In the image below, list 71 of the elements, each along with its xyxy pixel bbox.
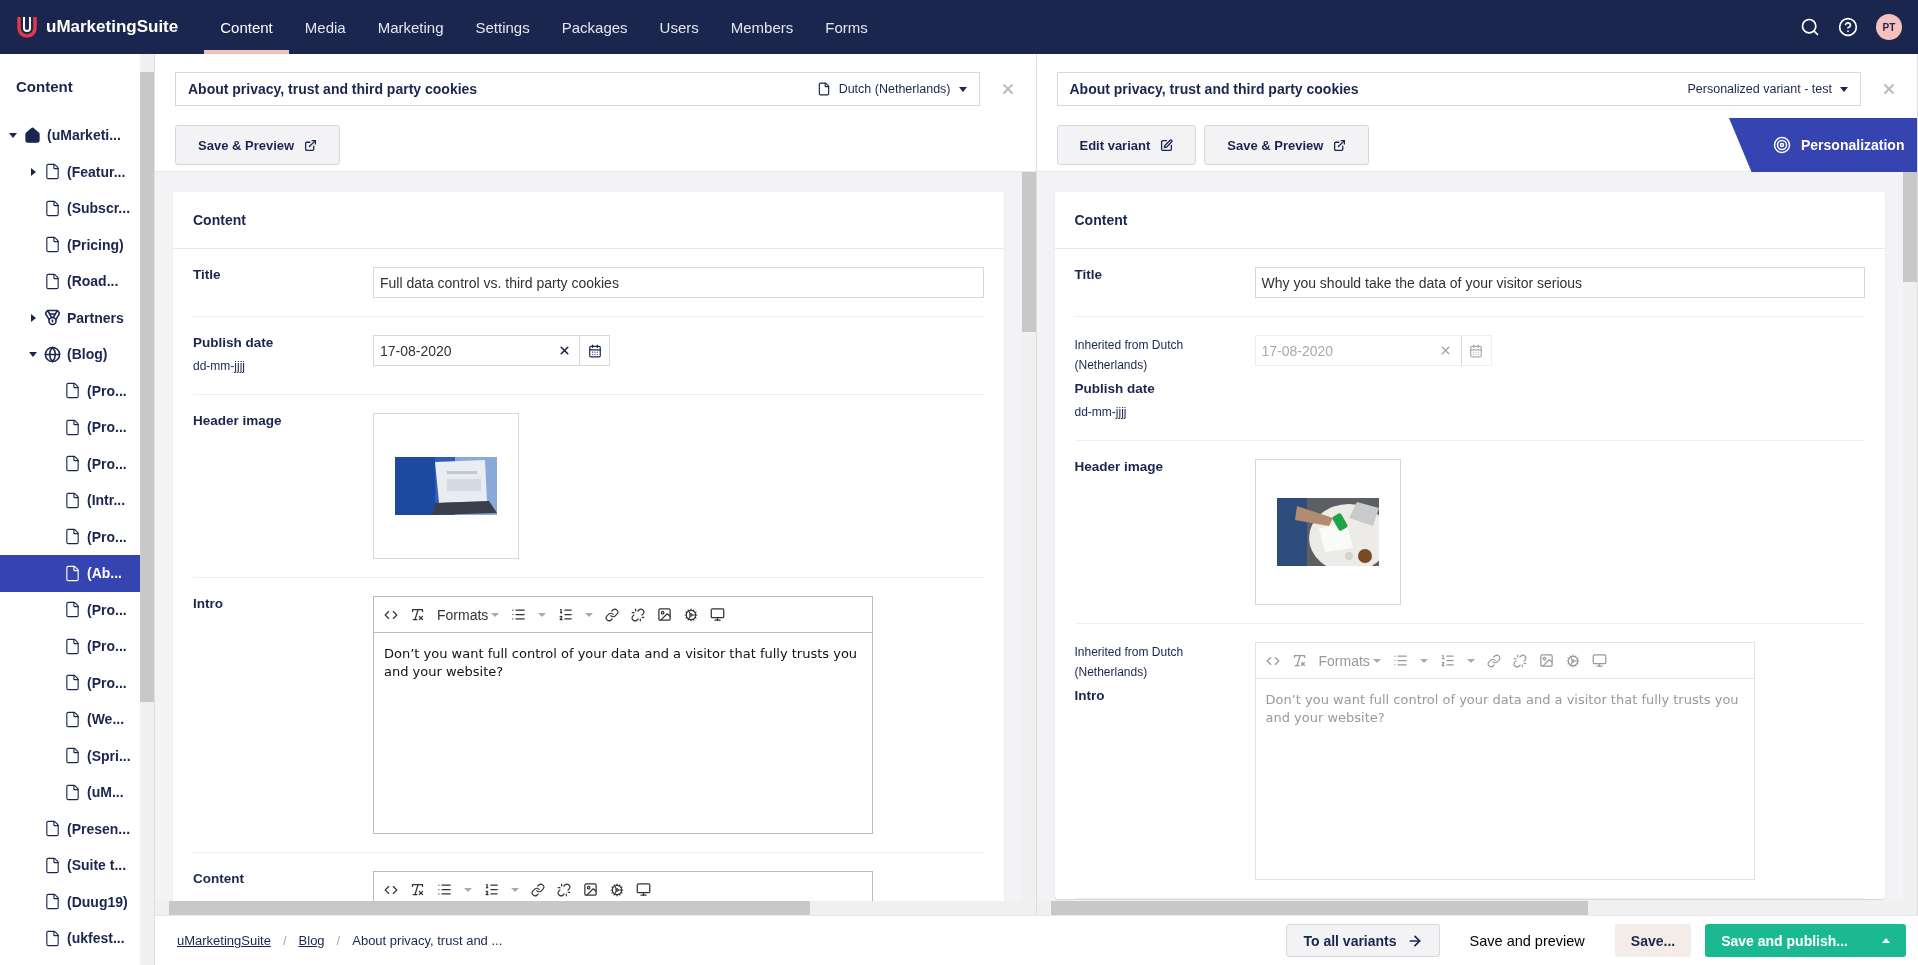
group-title: Content <box>173 192 1004 249</box>
tree-item[interactable]: (Duug19) <box>0 883 140 920</box>
breadcrumb-link[interactable]: Blog <box>298 933 325 948</box>
tree-item[interactable]: (Pro... <box>0 409 140 446</box>
toolbar-button[interactable]: Save & Preview <box>175 125 341 165</box>
tree-item[interactable]: (Subscr... <box>0 190 140 227</box>
action-button[interactable]: Save and preview <box>1453 924 1601 957</box>
tree-item[interactable]: (Blog) <box>0 336 140 373</box>
nav-tab[interactable]: Media <box>288 0 362 54</box>
app-name: uMarketingSuite <box>46 17 179 37</box>
tree-item[interactable]: (uM... <box>0 774 140 811</box>
tree-item[interactable]: Partners <box>0 299 140 336</box>
tree-item[interactable]: (Pro... <box>0 518 140 555</box>
nav-tab[interactable]: Members <box>714 0 810 54</box>
toolbar-button[interactable]: Save & Preview <box>1204 125 1370 165</box>
inherited-note: Inherited from Dutch (Netherlands) <box>1074 337 1185 374</box>
property-label: Header image <box>1074 459 1165 474</box>
tree-item[interactable]: (Suite t... <box>0 847 140 884</box>
tree-item[interactable]: (Pro... <box>0 445 140 482</box>
nav-tab[interactable]: Settings <box>459 0 546 54</box>
date-field[interactable]: 17-08-2020 <box>373 335 610 366</box>
action-button[interactable]: Save... <box>1614 924 1692 957</box>
tree-item[interactable]: (Spri... <box>0 737 140 774</box>
tree-item[interactable]: (Pro... <box>0 372 140 409</box>
property-label: Title <box>1074 267 1103 282</box>
breadcrumb-separator: / <box>335 933 342 948</box>
nav-tab[interactable]: Users <box>643 0 715 54</box>
property-label: Content <box>193 871 245 886</box>
breadcrumb-link[interactable]: uMarketingSuite <box>177 933 271 948</box>
property-label: Intro <box>193 596 224 611</box>
user-avatar[interactable]: PT <box>1876 14 1902 40</box>
date-format-hint: dd-mm-jjjj <box>193 358 246 375</box>
variant-dropdown[interactable]: Dutch (Netherlands) <box>816 82 967 96</box>
action-button[interactable]: To all variants <box>1286 924 1440 957</box>
tree-item[interactable]: (Featur... <box>0 153 140 190</box>
intro-text: Don’t you want full control of your data and a visitor that fully trusts you and your website? <box>1264 691 1740 727</box>
date-format-hint: dd-mm-jjjj <box>1074 404 1128 421</box>
property-label: Publish date <box>193 335 275 350</box>
personalization-badge: Personalization <box>1729 118 1917 172</box>
intro-text: Don’t you want full control of your data and a visitor that fully trusts you and your website? <box>383 645 859 681</box>
tree-item[interactable]: (Intr... <box>0 482 140 519</box>
nav-tab[interactable]: Forms <box>809 0 884 54</box>
formats-dropdown[interactable]: Formats <box>437 606 500 623</box>
property-label: Intro <box>1074 688 1106 703</box>
variant-dropdown[interactable]: Personalized variant - test <box>1687 82 1848 96</box>
tree-item[interactable]: (ukfest... <box>0 920 140 957</box>
nav-tab[interactable]: Marketing <box>361 0 460 54</box>
tree-item[interactable]: (We... <box>0 701 140 738</box>
property-label: Title <box>193 267 222 282</box>
property-label: Header image <box>193 413 283 428</box>
rich-text-editor[interactable]: Formats Don’t you want full control of your data and a visitor that fully trusts you and your website? <box>373 596 873 834</box>
tree-item[interactable]: (uMarketi... <box>0 117 140 154</box>
tree-item[interactable]: (Pricing) <box>0 226 140 263</box>
tree-item[interactable]: (Pro... <box>0 591 140 628</box>
toolbar-button[interactable]: Edit variant <box>1056 125 1197 165</box>
breadcrumb-current: About privacy, trust and ... <box>352 933 503 948</box>
title-field[interactable]: Why you should take the data of your visitor serious <box>1254 267 1865 298</box>
document-name-field[interactable]: About privacy, trust and third party cookies Personalized variant - test <box>1056 72 1861 106</box>
tree-item[interactable]: (Ab... <box>0 555 140 592</box>
tree-item[interactable]: (Pro... <box>0 628 140 665</box>
tree-item[interactable]: (Presen... <box>0 810 140 847</box>
document-name-field[interactable]: About privacy, trust and third party cookies Dutch (Netherlands) <box>175 72 980 106</box>
breadcrumb-separator: / <box>281 933 288 948</box>
sidebar-title: Content <box>15 77 74 97</box>
tree-item[interactable]: (Pro... <box>0 664 140 701</box>
inherited-note: Inherited from Dutch (Netherlands) <box>1074 644 1185 681</box>
group-title: Content <box>1054 192 1885 249</box>
title-field[interactable]: Full data control vs. third party cookies <box>373 267 984 298</box>
property-label: Publish date <box>1074 381 1156 396</box>
nav-tab[interactable]: Packages <box>545 0 644 54</box>
tree-item[interactable]: (Road... <box>0 263 140 300</box>
